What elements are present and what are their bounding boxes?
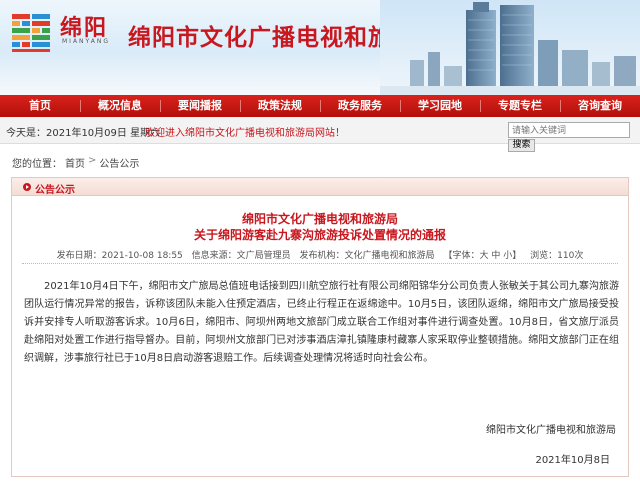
publisher: 发布机构：文化广播电视和旅游局 bbox=[299, 251, 435, 261]
welcome-message: 欢迎进入绵阳市文化广播电视和旅游局网站！ bbox=[145, 128, 345, 139]
font-size-small-link[interactable]: 小 bbox=[503, 251, 512, 261]
article-panel: 公告公示 绵阳市文化广播电视和旅游局 关于绵阳游客赴九寨沟旅游投诉处置情况的通报… bbox=[11, 177, 629, 477]
nav-item-news[interactable]: 要闻播报 bbox=[160, 95, 240, 117]
breadcrumb: 您的位置： 首页 > 公告公示 bbox=[12, 155, 139, 170]
nav-item-topics[interactable]: 专题专栏 bbox=[480, 95, 560, 117]
search-button[interactable]: 搜索 bbox=[508, 139, 535, 152]
main-nav: 首页 概况信息 要闻播报 政策法规 政务服务 学习园地 专题专栏 咨询查询 bbox=[0, 95, 640, 117]
nav-item-home[interactable]: 首页 bbox=[0, 95, 80, 117]
view-count: 浏览：110次 bbox=[530, 251, 584, 261]
article-date: 2021年10月8日 bbox=[535, 455, 610, 466]
font-size-control: 【字体：大 中 小】 bbox=[443, 251, 521, 261]
search-input[interactable] bbox=[508, 122, 630, 138]
article-signature: 绵阳市文化广播电视和旅游局 bbox=[486, 425, 616, 436]
info-bar: 今天是：2021年10月09日 星期六 欢迎进入绵阳市文化广播电视和旅游局网站！… bbox=[0, 117, 640, 152]
logo-subtext: MIANYANG bbox=[62, 38, 110, 45]
panel-title: 公告公示 bbox=[35, 185, 75, 196]
divider bbox=[22, 263, 618, 264]
site-header: 绵阳 MIANYANG 绵阳市文化广播电视和旅游局 bbox=[0, 0, 640, 95]
breadcrumb-separator: > bbox=[88, 155, 97, 166]
nav-item-services[interactable]: 政务服务 bbox=[320, 95, 400, 117]
city-skyline-image bbox=[380, 0, 640, 95]
nav-item-inquiry[interactable]: 咨询查询 bbox=[560, 95, 640, 117]
font-size-label: 【字体： bbox=[443, 251, 480, 261]
article-title-line2: 关于绵阳游客赴九寨沟旅游投诉处置情况的通报 bbox=[193, 228, 446, 242]
publish-date: 发布日期：2021-10-08 18:55 bbox=[56, 251, 183, 261]
panel-header: 公告公示 bbox=[12, 178, 628, 196]
bullet-arrow-icon bbox=[23, 183, 31, 191]
article-meta: 发布日期：2021-10-08 18:55 信息来源：文广局管理员 发布机构：文… bbox=[12, 248, 628, 261]
font-size-close: 】 bbox=[512, 251, 522, 261]
font-size-large-link[interactable]: 大 bbox=[479, 251, 488, 261]
nav-item-overview[interactable]: 概况信息 bbox=[80, 95, 160, 117]
breadcrumb-prefix: 您的位置： bbox=[12, 159, 62, 170]
breadcrumb-home-link[interactable]: 首页 bbox=[65, 155, 85, 170]
font-size-medium-link[interactable]: 中 bbox=[491, 251, 500, 261]
nav-item-policies[interactable]: 政策法规 bbox=[240, 95, 320, 117]
breadcrumb-current-link[interactable]: 公告公示 bbox=[99, 155, 139, 170]
article-title-line1: 绵阳市文化广播电视和旅游局 bbox=[241, 212, 398, 226]
today-date: 今天是：2021年10月09日 星期六 bbox=[6, 128, 161, 139]
info-source: 信息来源：文广局管理员 bbox=[191, 251, 291, 261]
article-body: 2021年10月4日下午，绵阳市文广旅局总值班电话接到四川航空旅行社有限公司绵阳… bbox=[24, 281, 619, 364]
logo-icon[interactable] bbox=[10, 12, 52, 54]
nav-item-learning[interactable]: 学习园地 bbox=[400, 95, 480, 117]
